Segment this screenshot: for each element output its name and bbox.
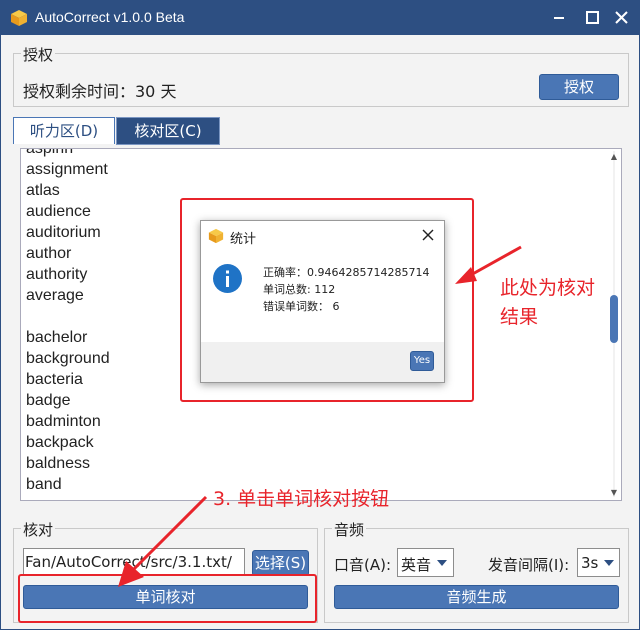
svg-text:▼: ▼ <box>611 488 618 497</box>
list-item[interactable]: audience <box>26 203 91 221</box>
license-button[interactable]: 授权 <box>539 74 619 100</box>
accent-label: 口音(A): <box>334 556 392 574</box>
arrow-to-check-button-icon <box>118 495 208 587</box>
list-item[interactable]: average <box>26 287 84 305</box>
result-note-line2: 结果 <box>500 306 539 328</box>
svg-text:▲: ▲ <box>611 152 618 161</box>
app-window: AutoCorrect v1.0.0 Beta 授权 授权剩余时间：30 天 授… <box>0 0 640 630</box>
title-bar[interactable]: AutoCorrect v1.0.0 Beta <box>1 1 639 35</box>
list-item[interactable]: background <box>26 350 110 368</box>
list-scrollbar[interactable]: ▲ ▼ <box>608 151 620 497</box>
list-item[interactable]: bacteria <box>26 371 83 389</box>
interval-label: 发音间隔(I): <box>488 556 570 574</box>
app-logo-icon <box>11 10 27 26</box>
accent-select[interactable]: 英音 <box>397 548 454 577</box>
list-item[interactable]: baldness <box>26 455 90 473</box>
close-icon[interactable] <box>611 8 633 28</box>
tab-listening[interactable]: 听力区(D) <box>13 117 115 144</box>
chevron-down-icon <box>437 560 447 566</box>
tab-check[interactable]: 核对区(C) <box>116 117 220 145</box>
list-item[interactable]: assignment <box>26 161 108 179</box>
minimize-icon[interactable] <box>548 8 570 28</box>
license-group-label: 授权 <box>21 44 56 65</box>
list-item[interactable]: band <box>26 476 62 494</box>
select-file-button[interactable]: 选择(S) <box>252 550 309 576</box>
list-item[interactable]: backpack <box>26 434 94 452</box>
maximize-icon[interactable] <box>581 8 603 28</box>
list-item[interactable]: badge <box>26 392 71 410</box>
chevron-down-icon <box>604 560 614 566</box>
result-highlight-box <box>180 198 474 402</box>
list-item[interactable]: author <box>26 245 71 263</box>
interval-value: 3s <box>581 554 599 572</box>
list-item[interactable]: aspirin <box>26 149 73 158</box>
check-group-label: 核对 <box>21 519 56 540</box>
interval-select[interactable]: 3s <box>577 548 620 577</box>
list-item[interactable]: badminton <box>26 413 101 431</box>
accent-value: 英音 <box>401 556 432 574</box>
list-item[interactable]: auditorium <box>26 224 101 242</box>
generate-audio-button[interactable]: 音频生成 <box>334 585 619 609</box>
step-note: 3. 单击单词核对按钮 <box>213 488 390 510</box>
list-item[interactable]: authority <box>26 266 87 284</box>
license-remaining-text: 授权剩余时间：30 天 <box>23 82 177 101</box>
window-title: AutoCorrect v1.0.0 Beta <box>35 9 185 25</box>
result-note-line1: 此处为核对 <box>500 277 596 299</box>
list-item[interactable]: bachelor <box>26 329 87 347</box>
list-item[interactable]: atlas <box>26 182 60 200</box>
audio-group-label: 音频 <box>332 519 367 540</box>
